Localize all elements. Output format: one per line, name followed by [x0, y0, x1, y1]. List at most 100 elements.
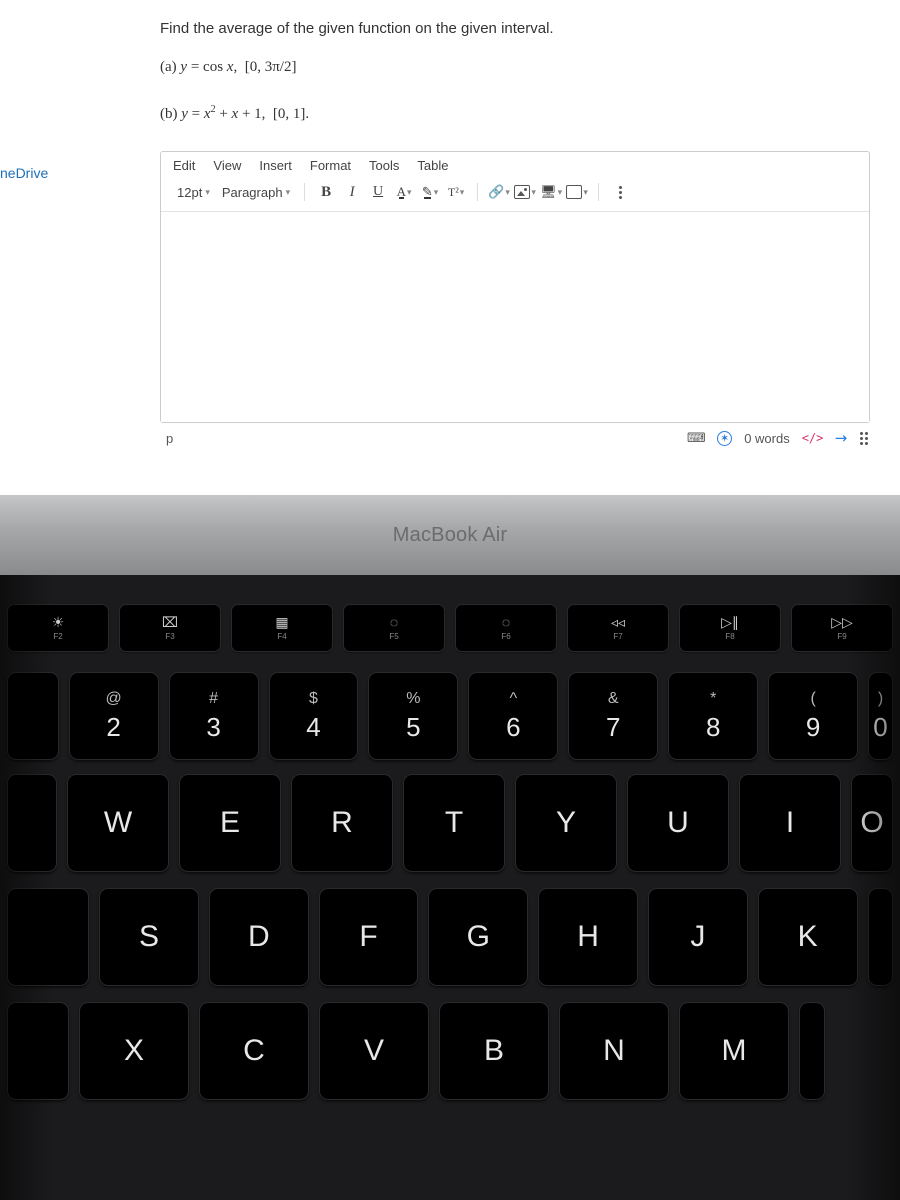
key-m[interactable]: M [680, 1003, 788, 1099]
key-k[interactable]: K [759, 889, 857, 985]
key-0[interactable]: )0 [869, 673, 892, 759]
chevron-down-icon: ▾ [583, 187, 588, 198]
key-i[interactable]: I [740, 775, 840, 871]
editor-textarea[interactable] [161, 212, 869, 422]
key-u[interactable]: U [628, 775, 728, 871]
fn-symbol: ▷▷ [831, 615, 853, 629]
menu-edit[interactable]: Edit [173, 158, 195, 173]
fn-key-f7[interactable]: ◃◃F7 [568, 605, 668, 651]
menu-format[interactable]: Format [310, 158, 351, 173]
image-icon [514, 185, 530, 199]
fn-key-f4[interactable]: ▦F4 [232, 605, 332, 651]
fn-label: F5 [389, 632, 398, 641]
text-color-button[interactable]: A ▾ [393, 181, 415, 203]
menu-tools[interactable]: Tools [369, 158, 399, 173]
menu-table[interactable]: Table [417, 158, 448, 173]
key-shift-label: ( [810, 690, 815, 708]
fn-key-f3[interactable]: ⌧F3 [120, 605, 220, 651]
key-n[interactable]: N [560, 1003, 668, 1099]
keyboard-deck: ☀F2⌧F3▦F4◌F5◌F6◃◃F7▷∥F8▷▷F9 @2#3$4%5^6&7… [0, 575, 900, 1200]
key-v[interactable]: V [320, 1003, 428, 1099]
fn-key-f9[interactable]: ▷▷F9 [792, 605, 892, 651]
key-e[interactable]: E [180, 775, 280, 871]
superscript-button[interactable]: T² ▾ [445, 181, 467, 203]
key-shift-label: @ [106, 690, 122, 708]
menu-insert[interactable]: Insert [259, 158, 292, 173]
key-r[interactable]: R [292, 775, 392, 871]
fn-label: F7 [613, 632, 622, 641]
fn-label: F8 [725, 632, 734, 641]
fn-label: F6 [501, 632, 510, 641]
key-8[interactable]: *8 [669, 673, 757, 759]
block-format-label: Paragraph [222, 185, 283, 200]
key-main-label: 9 [806, 712, 820, 743]
fullscreen-icon[interactable]: ↗ [831, 427, 853, 449]
key-w[interactable]: W [68, 775, 168, 871]
key-main-label: 0 [873, 712, 887, 743]
rich-text-editor: Edit View Insert Format Tools Table 12pt… [160, 151, 870, 423]
key-partial-left[interactable] [8, 889, 88, 985]
key-d[interactable]: D [210, 889, 308, 985]
chevron-down-icon: ▾ [558, 187, 563, 198]
key-shift-label: % [406, 690, 420, 708]
highlight-button[interactable]: ✎ ▾ [419, 181, 441, 203]
text-color-icon: A [397, 184, 406, 200]
fn-symbol: ☀ [52, 615, 65, 629]
fn-key-f5[interactable]: ◌F5 [344, 605, 444, 651]
key-main-label: 7 [606, 712, 620, 743]
html-view-button[interactable]: </> [802, 431, 824, 445]
key-c[interactable]: C [200, 1003, 308, 1099]
italic-button[interactable]: I [341, 181, 363, 203]
key-f[interactable]: F [320, 889, 418, 985]
fn-key-f8[interactable]: ▷∥F8 [680, 605, 780, 651]
keyboard-icon[interactable]: ⌨ [687, 430, 705, 446]
media-button[interactable]: 🖥 ▾ [540, 181, 562, 203]
fn-key-f2[interactable]: ☀F2 [8, 605, 108, 651]
resize-handle-icon[interactable] [860, 432, 868, 445]
key-x[interactable]: X [80, 1003, 188, 1099]
key-6[interactable]: ^6 [469, 673, 557, 759]
key-shift-label: # [209, 690, 218, 708]
onedrive-link[interactable]: neDrive [0, 165, 80, 181]
menu-view[interactable]: View [213, 158, 241, 173]
key-partial-left[interactable] [8, 673, 58, 759]
key-g[interactable]: G [429, 889, 527, 985]
key-b[interactable]: B [440, 1003, 548, 1099]
accessibility-icon[interactable]: ✶ [717, 431, 732, 446]
document-button[interactable]: ▾ [566, 181, 588, 203]
key-partial-right[interactable] [869, 889, 892, 985]
more-tools-button[interactable] [609, 181, 631, 203]
chevron-down-icon: ▾ [407, 187, 412, 198]
key-7[interactable]: &7 [569, 673, 657, 759]
number-key-row: @2#3$4%5^6&7*8(9)0 [0, 673, 900, 775]
key-s[interactable]: S [100, 889, 198, 985]
editor-menubar: Edit View Insert Format Tools Table [161, 152, 869, 177]
key-partial-right[interactable] [800, 1003, 824, 1099]
key-2[interactable]: @2 [70, 673, 158, 759]
function-key-row: ☀F2 ⌧F3 ▦F4 ◌F5 ◌F6 ◃◃F7 ▷∥F8 ▷▷F9 [0, 605, 900, 673]
underline-button[interactable]: U [367, 181, 389, 203]
bold-button[interactable]: B [315, 181, 337, 203]
font-size-select[interactable]: 12pt ▾ [173, 184, 214, 201]
key-4[interactable]: $4 [270, 673, 358, 759]
key-9[interactable]: (9 [769, 673, 857, 759]
block-format-select[interactable]: Paragraph ▾ [218, 184, 294, 201]
key-partial-left[interactable] [8, 1003, 68, 1099]
key-5[interactable]: %5 [369, 673, 457, 759]
key-o[interactable]: O [852, 775, 892, 871]
fn-key-f6[interactable]: ◌F6 [456, 605, 556, 651]
key-3[interactable]: #3 [170, 673, 258, 759]
key-main-label: 4 [306, 712, 320, 743]
link-button[interactable]: 🔗 ▾ [488, 181, 510, 203]
sidebar: neDrive [0, 0, 80, 495]
word-count: 0 words [744, 431, 790, 446]
key-partial-left[interactable] [8, 775, 56, 871]
key-main-label: 8 [706, 712, 720, 743]
key-t[interactable]: T [404, 775, 504, 871]
image-button[interactable]: ▾ [514, 181, 536, 203]
key-y[interactable]: Y [516, 775, 616, 871]
key-main-label: 5 [406, 712, 420, 743]
key-j[interactable]: J [649, 889, 747, 985]
key-h[interactable]: H [539, 889, 637, 985]
element-path[interactable]: p [162, 431, 173, 446]
